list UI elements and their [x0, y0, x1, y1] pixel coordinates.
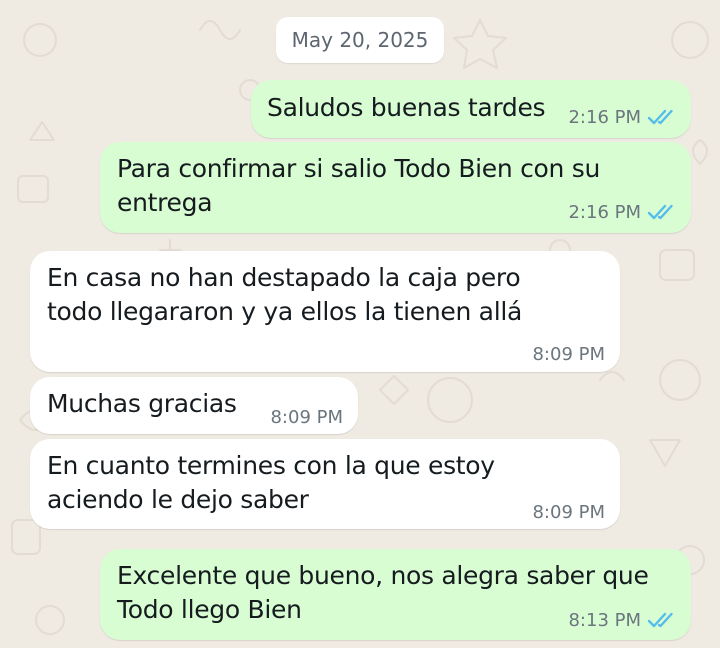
message-time: 2:16 PM [568, 201, 641, 223]
message-meta: 2:16 PM [568, 200, 677, 224]
message-text-line: Todo llego Bien [117, 595, 302, 624]
message-time: 8:09 PM [532, 343, 605, 365]
message-text: Muchas gracias [47, 389, 237, 418]
date-separator: May 20, 2025 [276, 17, 444, 63]
message-bubble-incoming[interactable]: En casa no han destapado la caja pero to… [30, 251, 620, 372]
message-bubble-outgoing[interactable]: Saludos buenas tardes 2:16 PM [251, 80, 691, 138]
message-bubble-outgoing[interactable]: Excelente que bueno, nos alegra saber qu… [100, 549, 691, 640]
message-meta: 2:16 PM [568, 105, 677, 129]
message-time: 2:16 PM [568, 106, 641, 128]
message-text-line: En cuanto termines con la que estoy [47, 451, 495, 480]
message-bubble-incoming[interactable]: Muchas gracias 8:09 PM [30, 377, 358, 434]
message-meta: 8:09 PM [270, 405, 343, 429]
message-text-line: Excelente que bueno, nos alegra saber qu… [117, 561, 649, 590]
message-text-line: todo llegararon y ya ellos la tienen all… [47, 297, 523, 326]
message-bubble-outgoing[interactable]: Para confirmar si salio Todo Bien con su… [100, 142, 691, 233]
message-text-line: entrega [117, 188, 213, 217]
message-meta: 8:09 PM [532, 500, 605, 524]
double-check-read-icon [647, 612, 673, 628]
message-time: 8:13 PM [568, 609, 641, 631]
message-meta: 8:09 PM [532, 342, 605, 366]
message-text-line: aciendo le dejo saber [47, 485, 309, 514]
double-check-read-icon [647, 204, 673, 220]
message-text-line: En casa no han destapado la caja pero [47, 263, 521, 292]
message-text: Saludos buenas tardes [267, 93, 546, 122]
double-check-read-icon [647, 109, 673, 125]
message-meta: 8:13 PM [568, 608, 677, 632]
message-bubble-incoming[interactable]: En cuanto termines con la que estoy acie… [30, 439, 620, 529]
message-text-line: Para confirmar si salio Todo Bien con su [117, 154, 600, 183]
chat-area[interactable]: May 20, 2025 Saludos buenas tardes 2:16 … [0, 0, 720, 648]
message-time: 8:09 PM [270, 406, 343, 428]
message-time: 8:09 PM [532, 501, 605, 523]
